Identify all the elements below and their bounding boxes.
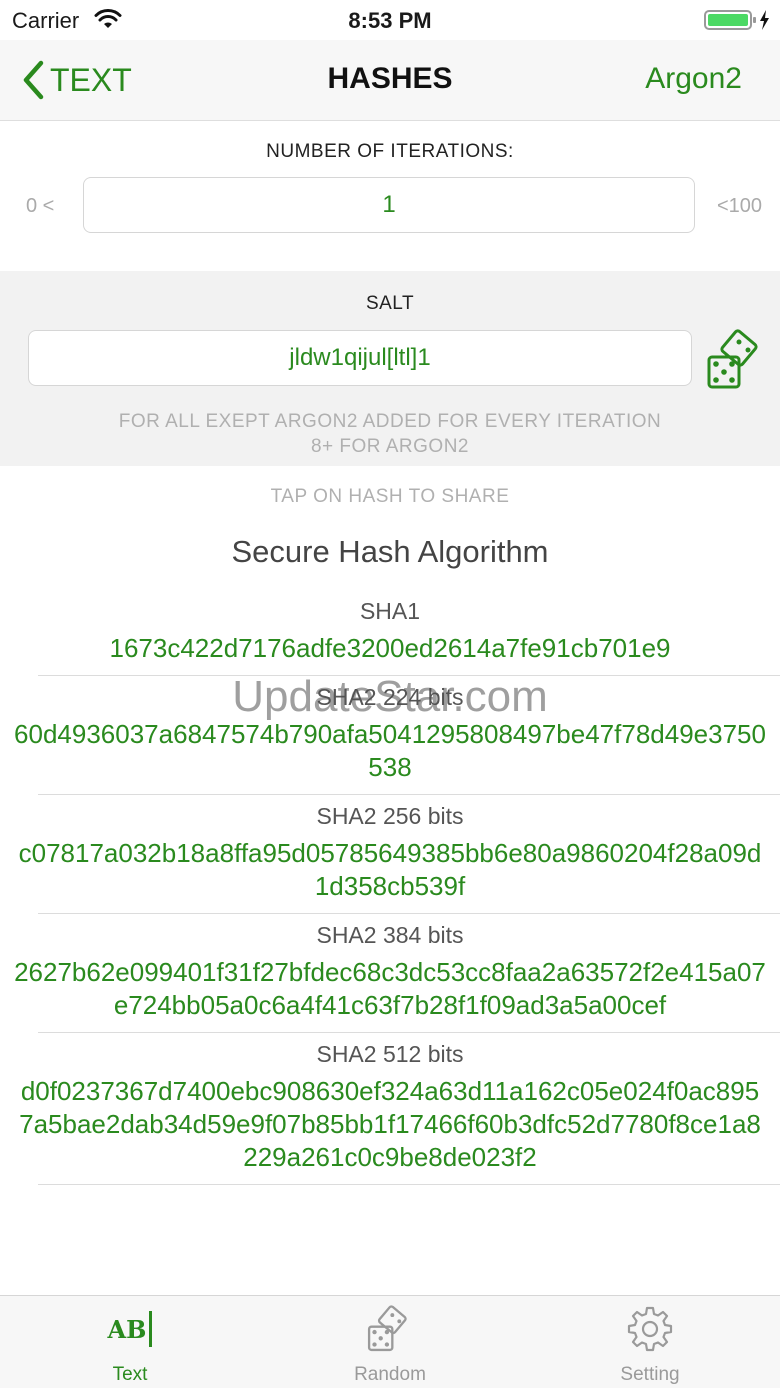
tab-bar: AB Text Random Setting [0, 1295, 780, 1388]
hash-name: SHA2 512 bits [316, 1041, 464, 1067]
tap-hint: TAP ON HASH TO SHARE [270, 486, 510, 507]
ab-text-icon: AB [0, 1306, 260, 1352]
iterations-input[interactable] [83, 177, 695, 233]
hash-item-sha2-256[interactable]: SHA2 256 bits c07817a032b18a8ffa95d05785… [19, 795, 780, 914]
tab-random[interactable]: Random [260, 1296, 520, 1388]
hash-name: SHA2 224 bits [316, 684, 464, 710]
hash-item-sha2-224[interactable]: SHA2 224 bits 60d4936037a6847574b790afa5… [14, 676, 780, 795]
salt-input[interactable] [28, 330, 692, 386]
hash-value: 60d4936037a6847574b790afa5041295808497be… [14, 719, 766, 782]
tab-text[interactable]: AB Text [0, 1296, 260, 1388]
status-bar: Carrier 8:53 PM [0, 0, 780, 40]
hash-list[interactable]: SHA1 1673c422d7176adfe3200ed2614a7fe91cb… [0, 590, 780, 1295]
hash-value: c07817a032b18a8ffa95d05785649385bb6e80a9… [18, 838, 762, 901]
salt-section: SALT FOR ALL EXEPT ARGON2 ADDED FOR EVER… [0, 271, 780, 466]
iterations-max-label: <100 [716, 195, 762, 217]
salt-note: FOR ALL EXEPT ARGON2 ADDED FOR EVERY ITE… [0, 409, 780, 459]
hash-name: SHA2 384 bits [316, 922, 464, 948]
salt-label: SALT [365, 293, 415, 314]
dice-icon [707, 329, 758, 389]
battery-icon [704, 9, 774, 37]
hash-name: SHA2 256 bits [316, 803, 464, 829]
salt-note-line2: 8+ FOR ARGON2 [310, 436, 470, 457]
hash-item-sha2-512[interactable]: SHA2 512 bits d0f0237367d7400ebc908630ef… [19, 1033, 780, 1185]
section-title: Secure Hash Algorithm [231, 534, 549, 569]
hash-value: d0f0237367d7400ebc908630ef324a63d11a162c… [19, 1076, 761, 1172]
hash-value: 2627b62e099401f31f27bfdec68c3dc53cc8faa2… [14, 957, 766, 1020]
tab-random-label: Random [354, 1364, 426, 1385]
navigation-bar: TEXT HASHES Argon2 [0, 40, 780, 121]
dice-icon [260, 1305, 520, 1352]
iterations-label: NUMBER OF ITERATIONS: [266, 141, 514, 162]
iterations-min-label: 0 < [26, 195, 55, 217]
gear-icon [520, 1306, 780, 1352]
argon2-button[interactable]: Argon2 [645, 62, 742, 96]
hash-value: 1673c422d7176adfe3200ed2614a7fe91cb701e9 [109, 633, 671, 663]
tab-text-label: Text [112, 1364, 148, 1385]
random-salt-button[interactable] [704, 329, 768, 391]
salt-note-line1: FOR ALL EXEPT ARGON2 ADDED FOR EVERY ITE… [118, 411, 662, 432]
tab-setting[interactable]: Setting [520, 1296, 780, 1388]
tab-setting-label: Setting [620, 1364, 680, 1385]
hash-item-sha1[interactable]: SHA1 1673c422d7176adfe3200ed2614a7fe91cb… [38, 590, 780, 676]
hash-name: SHA1 [359, 598, 421, 624]
clock: 8:53 PM [348, 8, 432, 33]
hash-item-sha2-384[interactable]: SHA2 384 bits 2627b62e099401f31f27bfdec6… [14, 914, 780, 1033]
iterations-section: NUMBER OF ITERATIONS: 0 < <100 [0, 121, 780, 271]
